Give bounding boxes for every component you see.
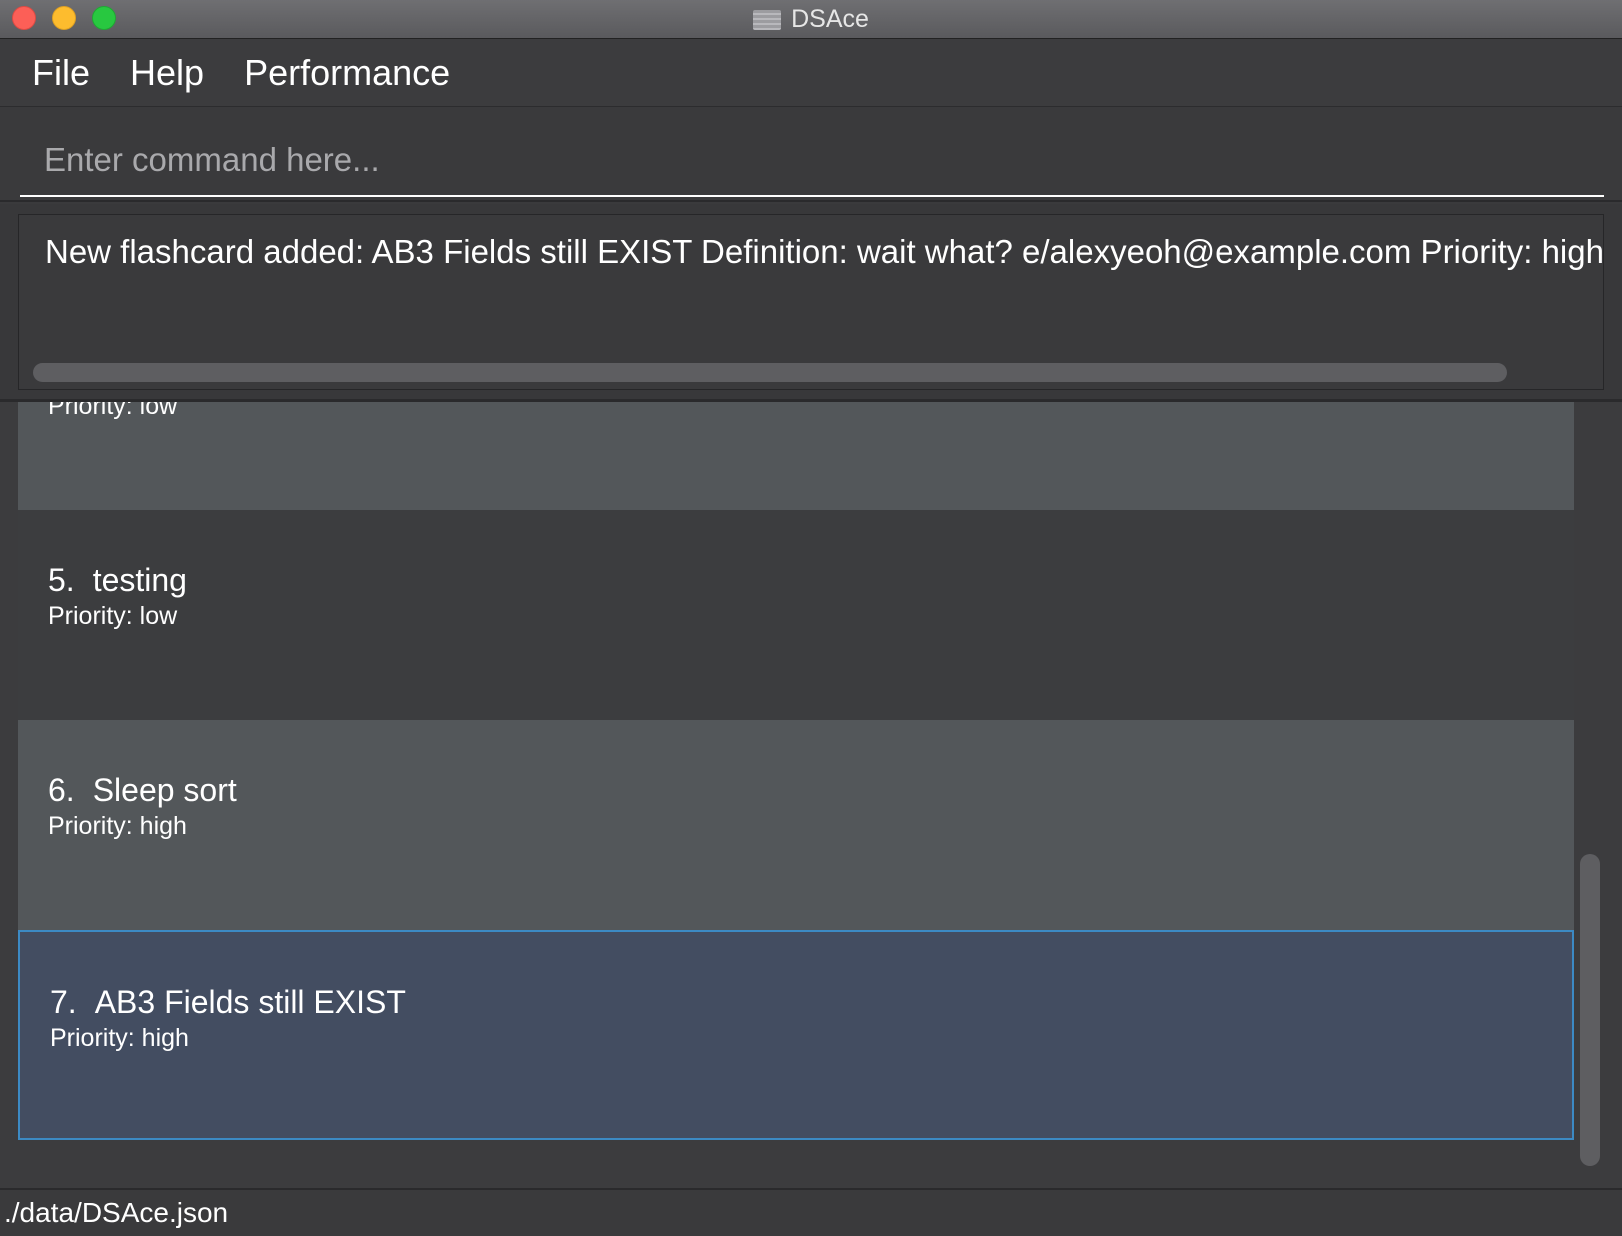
flashcard-title-row: 6. Sleep sort	[48, 772, 237, 809]
result-display-panel: New flashcard added: AB3 Fields still EX…	[0, 204, 1622, 402]
flashcard-title-row: 7. AB3 Fields still EXIST	[50, 984, 406, 1021]
window-title-group: DSAce	[0, 0, 1622, 39]
flashcard-item[interactable]: 5. testing Priority: low	[18, 510, 1574, 720]
horizontal-scrollbar[interactable]	[33, 363, 1507, 382]
flashcard-title: Sleep sort	[92, 772, 237, 808]
menu-file[interactable]: File	[32, 52, 90, 94]
flashcard-index: 5.	[48, 562, 75, 598]
flashcard-item-selected[interactable]: 7. AB3 Fields still EXIST Priority: high	[18, 930, 1574, 1140]
storage-file-path: ./data/DSAce.json	[4, 1197, 229, 1228]
window-titlebar: DSAce	[0, 0, 1622, 39]
menu-performance[interactable]: Performance	[244, 52, 450, 94]
flashcard-item[interactable]: Priority: low	[18, 402, 1574, 510]
menu-help[interactable]: Help	[130, 52, 204, 94]
flashcard-item[interactable]: 6. Sleep sort Priority: high	[18, 720, 1574, 930]
menu-bar: File Help Performance	[0, 39, 1622, 107]
window-title: DSAce	[791, 5, 869, 33]
status-bar: ./data/DSAce.json	[0, 1188, 1622, 1236]
command-input[interactable]	[20, 125, 1604, 197]
flashcard-priority: Priority: high	[48, 812, 187, 840]
result-message: New flashcard added: AB3 Fields still EX…	[45, 233, 1604, 270]
command-box	[0, 107, 1622, 202]
flashcard-list: Priority: low 5. testing Priority: low 6.…	[0, 402, 1622, 1188]
vertical-scrollbar[interactable]	[1580, 854, 1600, 1166]
flashcard-priority: Priority: high	[50, 1024, 189, 1052]
flashcard-index: 7.	[50, 984, 77, 1020]
flashcard-priority: Priority: low	[48, 402, 178, 420]
result-display[interactable]: New flashcard added: AB3 Fields still EX…	[18, 214, 1604, 390]
flashcard-title: AB3 Fields still EXIST	[94, 984, 406, 1020]
flashcard-index: 6.	[48, 772, 75, 808]
flashcard-priority: Priority: low	[48, 602, 178, 630]
flashcard-title: testing	[92, 562, 187, 598]
flashcard-title-row: 5. testing	[48, 562, 187, 599]
app-icon	[753, 9, 782, 30]
